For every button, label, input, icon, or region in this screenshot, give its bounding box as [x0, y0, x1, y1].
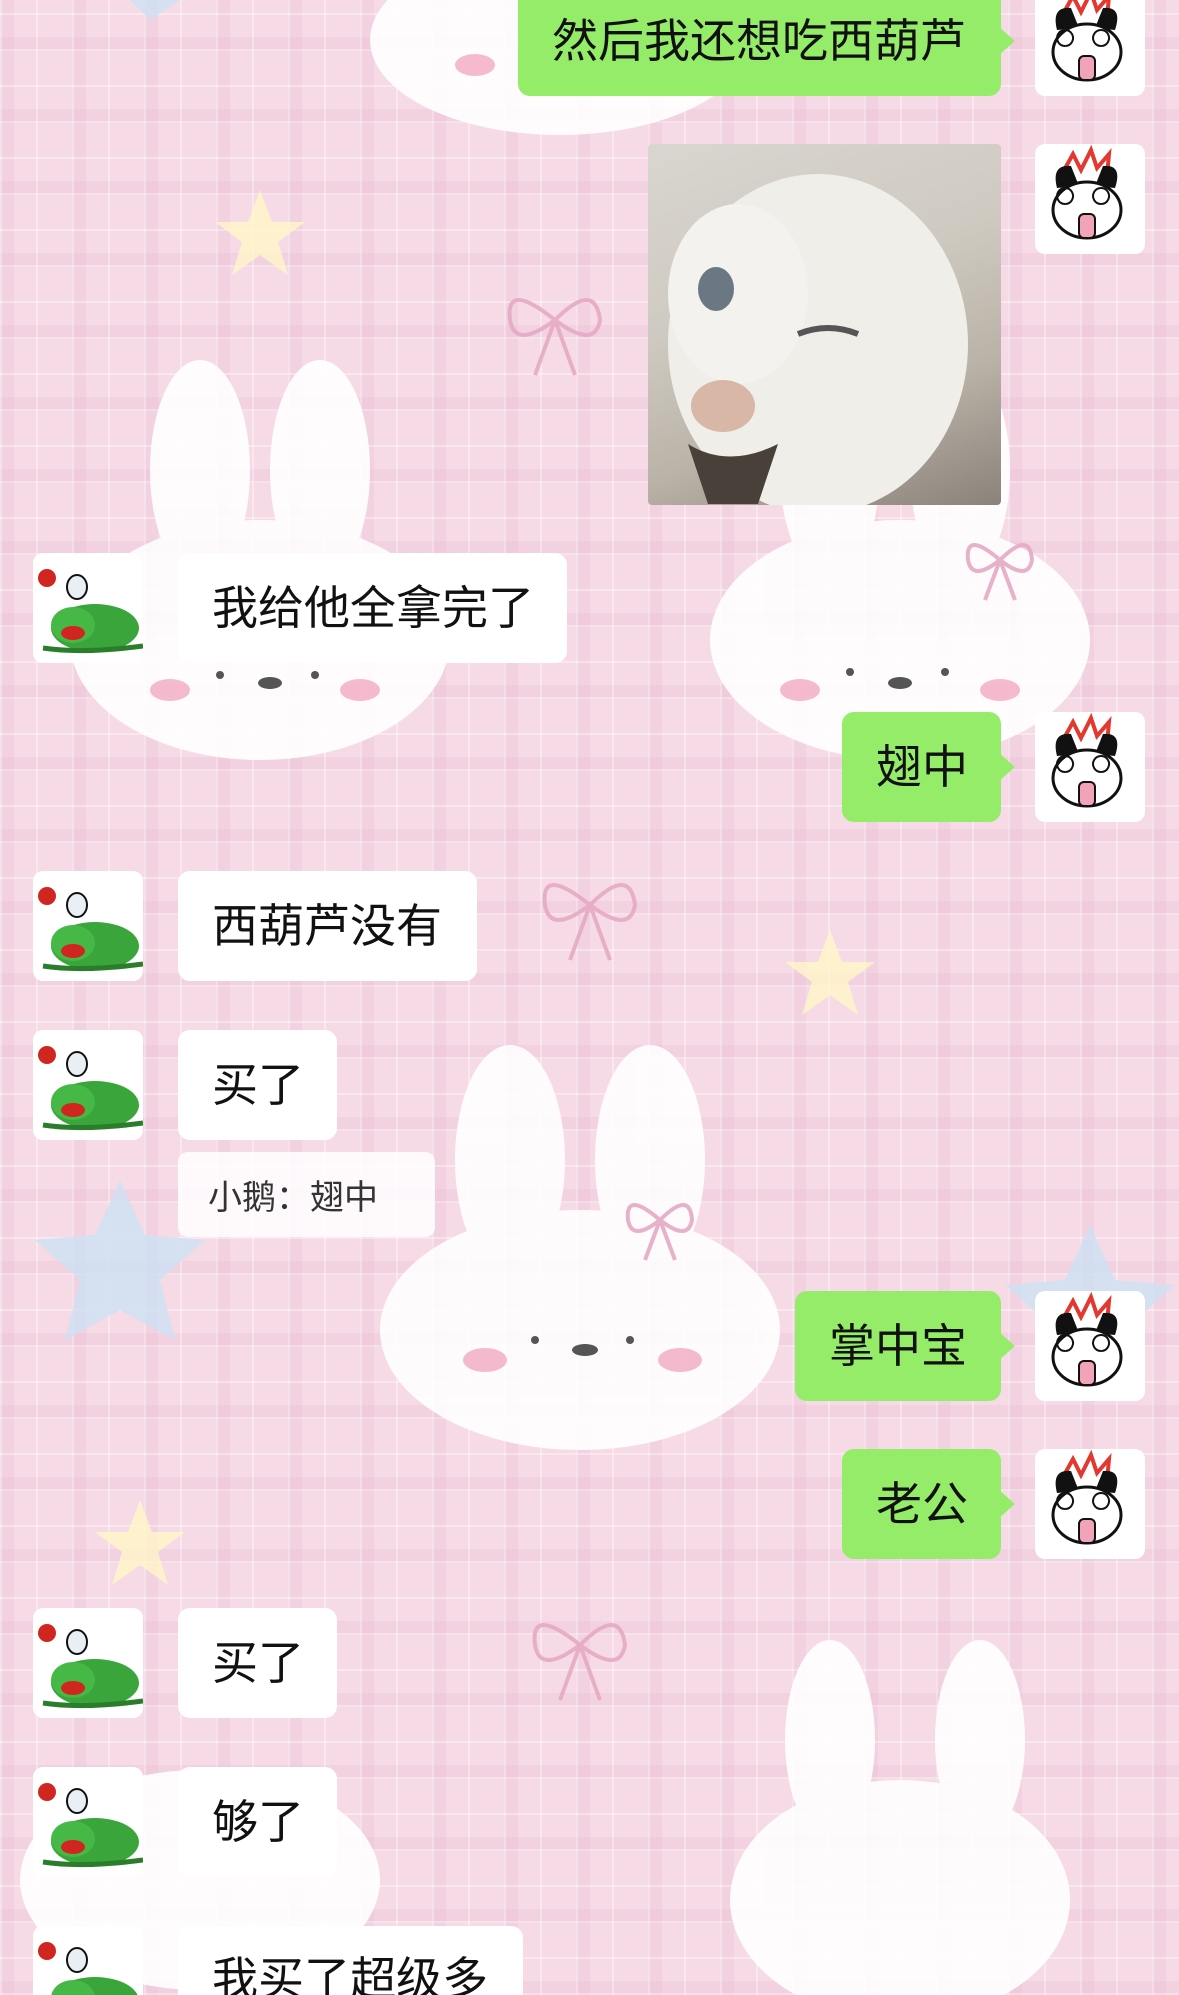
message-bubble[interactable]: 我给他全拿完了 — [178, 553, 567, 663]
frog-avatar-art — [33, 553, 143, 663]
message-bubble[interactable]: 买了 — [178, 1030, 337, 1140]
message-bubble[interactable]: 然后我还想吃西葫芦 — [518, 0, 1015, 96]
rabbit-avatar[interactable] — [1035, 1291, 1145, 1401]
message-bubble[interactable]: 老公 — [842, 1449, 1015, 1559]
message-row: 老公 — [0, 1449, 1179, 1559]
rabbit-avatar[interactable] — [1035, 712, 1145, 822]
message-row: 我给他全拿完了 — [0, 553, 1179, 663]
message-row: 翅中 — [0, 712, 1179, 822]
cat-sticker-image[interactable] — [648, 144, 1001, 505]
frog-avatar[interactable] — [33, 1030, 143, 1140]
frog-avatar-art — [33, 1926, 143, 1995]
message-bubble[interactable]: 掌中宝 — [795, 1291, 1015, 1401]
message-bubble[interactable]: 西葫芦没有 — [178, 871, 477, 981]
message-bubble[interactable]: 翅中 — [842, 712, 1015, 822]
message-bubble[interactable]: 买了 — [178, 1608, 337, 1718]
rabbit-avatar-art — [1051, 148, 1123, 240]
message-bubble[interactable]: 我买了超级多 — [178, 1926, 523, 1995]
frog-avatar[interactable] — [33, 553, 143, 663]
frog-avatar[interactable] — [33, 1767, 143, 1877]
message-row: 买了 小鹅：翅中 — [0, 1030, 1179, 1245]
message-row: 买了 — [0, 1608, 1179, 1718]
message-row: 然后我还想吃西葫芦 — [0, 0, 1179, 100]
message-row: 西葫芦没有 — [0, 871, 1179, 981]
rabbit-avatar-art — [1051, 716, 1123, 808]
winking-cat-image — [668, 174, 968, 505]
rabbit-avatar[interactable] — [1035, 144, 1145, 254]
rabbit-avatar-art — [1051, 1453, 1123, 1545]
frog-avatar[interactable] — [33, 1926, 143, 1995]
frog-avatar-art — [33, 1030, 143, 1140]
rabbit-avatar[interactable] — [1035, 0, 1145, 96]
frog-avatar-art — [33, 1608, 143, 1718]
message-row: 我买了超级多 — [0, 1926, 1179, 1995]
quoted-reply[interactable]: 小鹅：翅中 — [178, 1152, 435, 1237]
message-bubble[interactable]: 够了 — [178, 1767, 337, 1877]
rabbit-avatar[interactable] — [1035, 1449, 1145, 1559]
message-row: 够了 — [0, 1767, 1179, 1877]
message-row: 掌中宝 — [0, 1291, 1179, 1401]
frog-avatar[interactable] — [33, 1608, 143, 1718]
frog-avatar-art — [33, 1767, 143, 1877]
frog-avatar-art — [33, 871, 143, 981]
frog-avatar[interactable] — [33, 871, 143, 981]
rabbit-avatar-art — [1051, 1295, 1123, 1387]
rabbit-avatar-art — [1051, 0, 1123, 82]
message-row — [0, 140, 1179, 510]
